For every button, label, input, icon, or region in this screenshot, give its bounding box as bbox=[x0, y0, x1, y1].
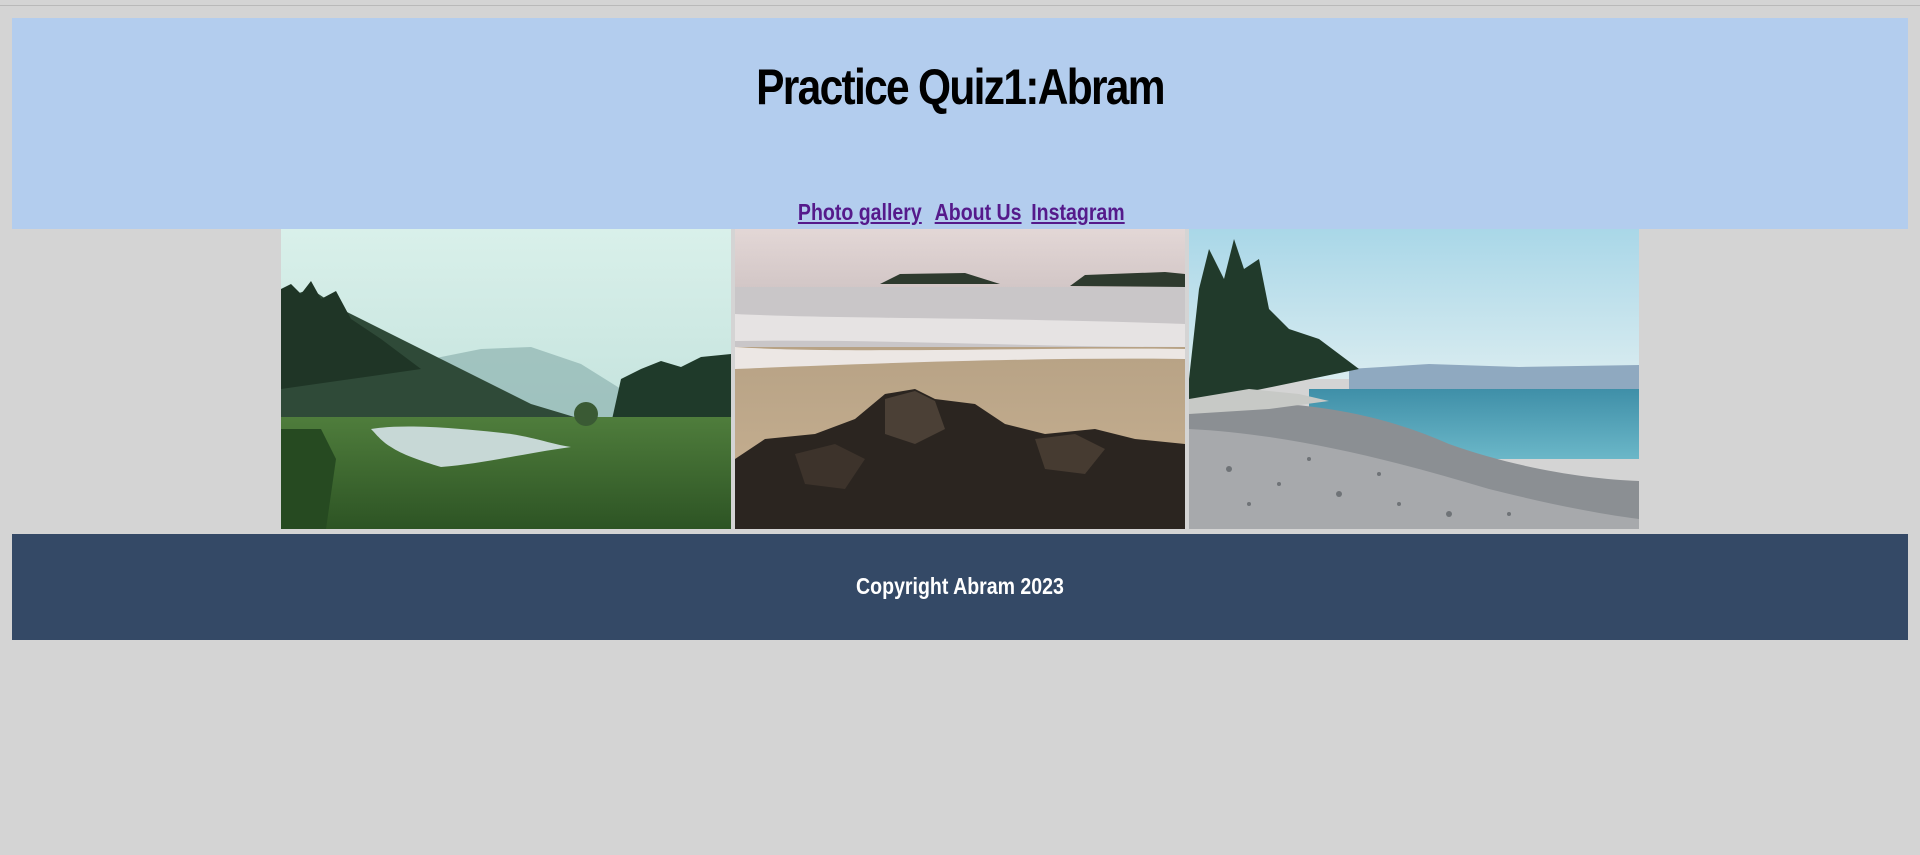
photo-gallery bbox=[281, 229, 1640, 529]
nav-link-photo-gallery[interactable]: Photo gallery bbox=[798, 201, 922, 224]
main-nav: Photo gallery About Us Instagram bbox=[12, 201, 1908, 224]
site-footer: Copyright Abram 2023 bbox=[12, 534, 1908, 640]
estuary-forest-photo bbox=[281, 229, 731, 529]
site-header: Practice Quiz1:Abram Photo gallery About… bbox=[12, 18, 1908, 229]
browser-top-edge bbox=[0, 0, 1920, 6]
nav-link-about-us[interactable]: About Us bbox=[934, 201, 1021, 224]
copyright-text: Copyright Abram 2023 bbox=[856, 573, 1064, 599]
nav-link-instagram[interactable]: Instagram bbox=[1032, 201, 1125, 224]
pebble-shoreline-photo bbox=[1189, 229, 1639, 529]
page-title: Practice Quiz1:Abram bbox=[756, 59, 1165, 115]
sandy-beach-rocks-photo bbox=[735, 229, 1185, 529]
